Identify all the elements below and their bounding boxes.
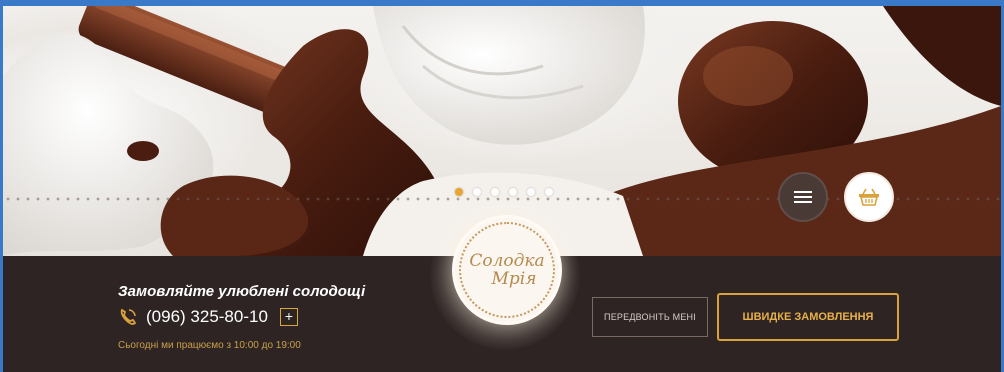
slider-pagination (455, 188, 553, 196)
slider-dot-2[interactable] (473, 188, 481, 196)
cart-button[interactable] (844, 172, 894, 222)
slider-dot-3[interactable] (491, 188, 499, 196)
hamburger-icon (794, 191, 812, 203)
phone-number[interactable]: (096) 325-80-10 (146, 307, 268, 327)
logo-text-line1: Солодка (469, 251, 545, 271)
menu-button[interactable] (778, 172, 828, 222)
phone-row: (096) 325-80-10 + (118, 307, 298, 327)
callback-button[interactable]: ПЕРЕДВОНІТЬ МЕНІ (592, 297, 708, 337)
phone-icon (118, 307, 138, 327)
quick-order-button[interactable]: ШВИДКЕ ЗАМОВЛЕННЯ (717, 293, 899, 341)
slider-dot-4[interactable] (509, 188, 517, 196)
more-phones-button[interactable]: + (279, 308, 298, 326)
basket-icon (859, 188, 879, 206)
slider-dot-5[interactable] (527, 188, 535, 196)
slider-dot-6[interactable] (545, 188, 553, 196)
tagline: Замовляйте улюблені солодощі (118, 283, 366, 300)
slider-dot-1[interactable] (455, 188, 463, 196)
working-hours: Сьогодні ми працюємо з 10:00 до 19:00 (118, 340, 301, 351)
logo-text-line2: Мрія (491, 269, 537, 289)
brand-logo[interactable]: Солодка Мрія (455, 218, 559, 322)
